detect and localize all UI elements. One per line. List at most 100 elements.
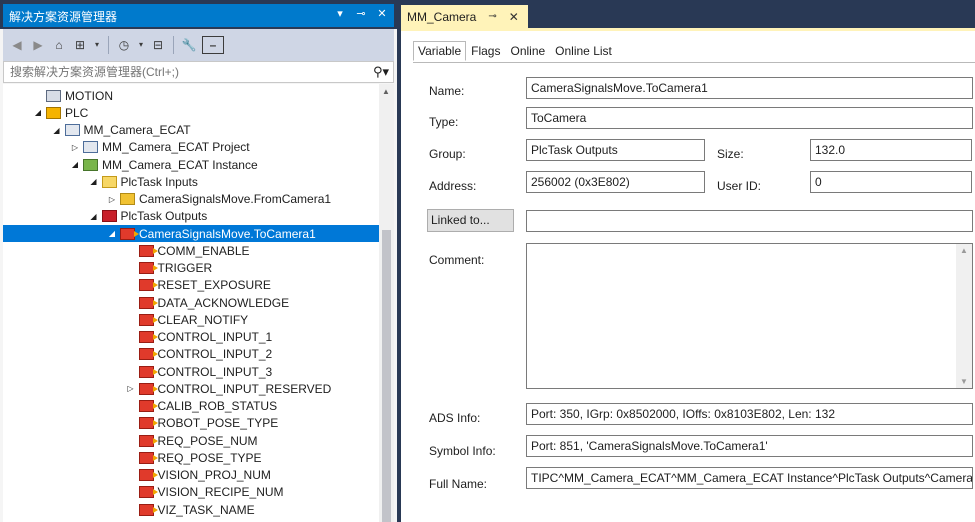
tree-item[interactable]: DATA_ACKNOWLEDGE [3,294,379,311]
var-out-icon [138,434,158,447]
type-field[interactable]: ToCamera [526,107,973,129]
tree-item-label: CLEAR_NOTIFY [157,312,249,327]
expand-icon[interactable]: ▷ [107,195,117,204]
tree-item[interactable]: REQ_POSE_NUM [3,432,379,449]
scroll-down-icon[interactable]: ▼ [960,377,968,386]
tree-item[interactable]: ◢ PlcTask Inputs [3,173,379,190]
window-position-dropdown-icon[interactable]: ▾ [334,7,346,20]
tree-item-label: ROBOT_POSE_TYPE [157,416,279,431]
group-label: Group: [429,147,466,161]
tab-variable[interactable]: Variable [413,41,467,61]
tree-item-label: CONTROL_INPUT_2 [157,347,273,362]
tree-item[interactable]: ▷ MM_Camera_ECAT Project [3,139,379,156]
tree-item[interactable]: ▷ CONTROL_INPUT_RESERVED [3,380,379,397]
var-out-icon [138,279,158,292]
expand-icon[interactable]: ▷ [70,143,80,152]
ads-info-field[interactable]: Port: 350, IGrp: 0x8502000, IOffs: 0x810… [526,403,973,425]
tree-item[interactable]: ▷ CameraSignalsMove.FromCamera1 [3,191,379,208]
search-input[interactable] [4,62,344,82]
tree-item[interactable]: CONTROL_INPUT_2 [3,346,379,363]
subtab-divider [413,62,975,63]
linked-to-button[interactable]: Linked to... [427,209,514,232]
var-out-icon [138,296,158,309]
tree-item[interactable]: REQ_POSE_TYPE [3,449,379,466]
collapse-icon[interactable]: ◢ [70,160,80,169]
tree-item[interactable]: VISION_RECIPE_NUM [3,484,379,501]
tree-item[interactable]: ◢ PLC [3,104,379,121]
pin-icon[interactable]: ⊸ [355,7,367,20]
tree-item[interactable]: VIZ_TASK_NAME [3,501,379,518]
collapse-icon[interactable]: ◢ [89,212,99,221]
motion-icon [46,89,61,102]
close-icon[interactable]: ✕ [376,7,388,20]
tree-item-label: CONTROL_INPUT_RESERVED [157,381,332,396]
search-icon[interactable]: ⚲▾ [373,64,389,80]
tree-item[interactable]: CLEAR_NOTIFY [3,311,379,328]
tree-item-label: COMM_ENABLE [157,243,250,258]
collapse-icon[interactable]: ◢ [107,229,117,238]
collapse-icon[interactable]: ◢ [89,177,99,186]
back-icon[interactable]: ◀ [9,37,25,53]
pending-changes-icon[interactable]: ◷ [116,37,132,53]
tree-item[interactable]: ◢ PlcTask Outputs [3,208,379,225]
tab-flags[interactable]: Flags [466,41,505,61]
pending-changes-dropdown-icon[interactable]: ▾ [137,37,145,53]
tree-item-label: PLC [65,105,89,120]
scroll-up-icon[interactable]: ▲ [960,246,968,255]
tree-item[interactable]: MOTION [3,87,379,104]
expand-icon[interactable]: ▷ [126,384,136,393]
tree-item[interactable]: CONTROL_INPUT_3 [3,363,379,380]
tree-item[interactable]: TRIGGER [3,260,379,277]
collapse-icon[interactable]: ◢ [33,108,43,117]
var-out-icon [138,331,158,343]
tree-item[interactable]: COMM_ENABLE [3,242,379,259]
tree-item-label: PlcTask Inputs [120,174,198,189]
preview-icon[interactable]: – [202,36,224,54]
tree-item-label: MM_Camera_ECAT [83,123,191,137]
collapse-all-icon[interactable]: ⊟ [150,37,166,53]
solution-explorer-toolbar: ◀ ▶ ⌂ ⊞ ▾ ◷ ▾ ⊟ 🔧 – [3,29,394,61]
tree-item[interactable]: CALIB_ROB_STATUS [3,398,379,415]
switch-views-icon[interactable]: ⊞ [72,37,88,53]
tree-item-label: REQ_POSE_TYPE [157,450,262,465]
tree-item-label: CALIB_ROB_STATUS [157,399,278,413]
tree-item[interactable]: ◢ MM_Camera_ECAT Instance [3,156,379,173]
scroll-up-icon[interactable]: ▲ [382,87,390,96]
tree-item[interactable]: CONTROL_INPUT_1 [3,329,379,346]
tree-item[interactable]: ◢ MM_Camera_ECAT [3,122,379,139]
symbol-info-field[interactable]: Port: 851, 'CameraSignalsMove.ToCamera1' [526,435,973,457]
tab-mm-camera[interactable]: MM_Camera ⊸ ✕ [401,5,528,28]
properties-wrench-icon[interactable]: 🔧 [181,37,197,53]
var-out-icon [120,227,139,240]
name-field[interactable]: CameraSignalsMove.ToCamera1 [526,77,973,99]
comment-textarea[interactable]: ▲ ▼ [526,243,973,389]
ads-info-label: ADS Info: [429,411,481,425]
solution-explorer-title-bar: 解决方案资源管理器 ▾ ⊸ ✕ [0,0,397,29]
tab-online[interactable]: Online [505,41,550,61]
home-icon[interactable]: ⌂ [51,37,67,53]
tree-item-label: CONTROL_INPUT_1 [157,330,273,344]
tree-item[interactable]: VISION_PROJ_NUM [3,467,379,484]
tree-item[interactable]: ROBOT_POSE_TYPE [3,415,379,432]
linked-to-field[interactable] [526,210,973,232]
tab-pin-icon[interactable]: ⊸ [488,11,496,22]
size-field[interactable]: 132.0 [810,139,972,161]
instance-icon [83,158,98,171]
collapse-icon[interactable]: ◢ [52,126,62,135]
tab-label: MM_Camera [407,9,477,24]
tree-item-label: TRIGGER [157,261,213,275]
tree-vertical-scrollbar[interactable]: ▲ [379,84,394,522]
scrollbar-thumb[interactable] [382,230,391,522]
var-out-icon [138,365,158,378]
address-field[interactable]: 256002 (0x3E802) [526,171,705,193]
comment-scrollbar[interactable]: ▲ ▼ [956,244,972,388]
tab-close-icon[interactable]: ✕ [509,10,519,24]
tree-item[interactable]: RESET_EXPOSURE [3,277,379,294]
userid-field[interactable]: 0 [810,171,972,193]
full-name-field[interactable]: TIPC^MM_Camera_ECAT^MM_Camera_ECAT Insta… [526,467,973,489]
tab-online-list[interactable]: Online List [550,41,617,61]
group-field[interactable]: PlcTask Outputs [526,139,705,161]
switch-views-dropdown-icon[interactable]: ▾ [93,37,101,53]
forward-icon[interactable]: ▶ [30,37,46,53]
tree-item[interactable]: ◢ CameraSignalsMove.ToCamera1 [3,225,379,242]
